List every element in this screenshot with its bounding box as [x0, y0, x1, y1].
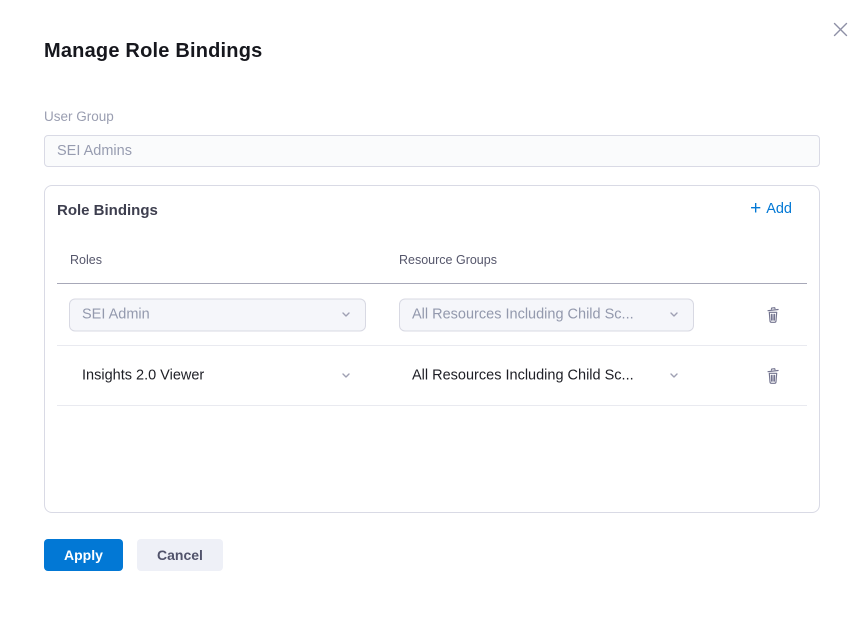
- cancel-button[interactable]: Cancel: [137, 539, 223, 571]
- plus-icon: +: [750, 199, 761, 219]
- table-row: Insights 2.0 Viewer All Resources Includ…: [57, 346, 807, 406]
- chevron-down-icon: [667, 369, 681, 383]
- role-select-disabled[interactable]: SEI Admin: [69, 298, 366, 331]
- table-row: SEI Admin All Resources Including Child …: [57, 284, 807, 346]
- role-select-value: Insights 2.0 Viewer: [82, 368, 204, 384]
- resource-group-select-disabled[interactable]: All Resources Including Child Sc...: [399, 298, 694, 331]
- close-icon[interactable]: [828, 17, 852, 41]
- column-header-roles: Roles: [70, 253, 102, 267]
- dialog-title: Manage Role Bindings: [44, 40, 262, 63]
- resource-group-select-value: All Resources Including Child Sc...: [412, 307, 634, 323]
- add-role-binding-button[interactable]: + Add: [750, 199, 792, 219]
- chevron-down-icon: [339, 308, 353, 322]
- chevron-down-icon: [339, 369, 353, 383]
- delete-row-button[interactable]: [761, 302, 785, 328]
- role-bindings-card: Role Bindings + Add Roles Resource Group…: [44, 185, 820, 513]
- apply-button[interactable]: Apply: [44, 539, 123, 571]
- table-header-row: Roles Resource Groups: [57, 244, 807, 284]
- column-header-resource-groups: Resource Groups: [399, 253, 497, 267]
- trash-icon: [765, 306, 781, 324]
- role-select-value: SEI Admin: [82, 307, 150, 323]
- role-select[interactable]: Insights 2.0 Viewer: [69, 359, 366, 392]
- trash-icon: [765, 367, 781, 385]
- delete-row-button[interactable]: [761, 363, 785, 389]
- role-bindings-section-title: Role Bindings: [57, 202, 158, 219]
- add-button-label: Add: [766, 199, 792, 219]
- user-group-value: SEI Admins: [57, 143, 132, 159]
- chevron-down-icon: [667, 308, 681, 322]
- user-group-label: User Group: [44, 109, 114, 124]
- user-group-input[interactable]: SEI Admins: [44, 135, 820, 167]
- resource-group-select[interactable]: All Resources Including Child Sc...: [399, 359, 694, 392]
- resource-group-select-value: All Resources Including Child Sc...: [412, 368, 634, 384]
